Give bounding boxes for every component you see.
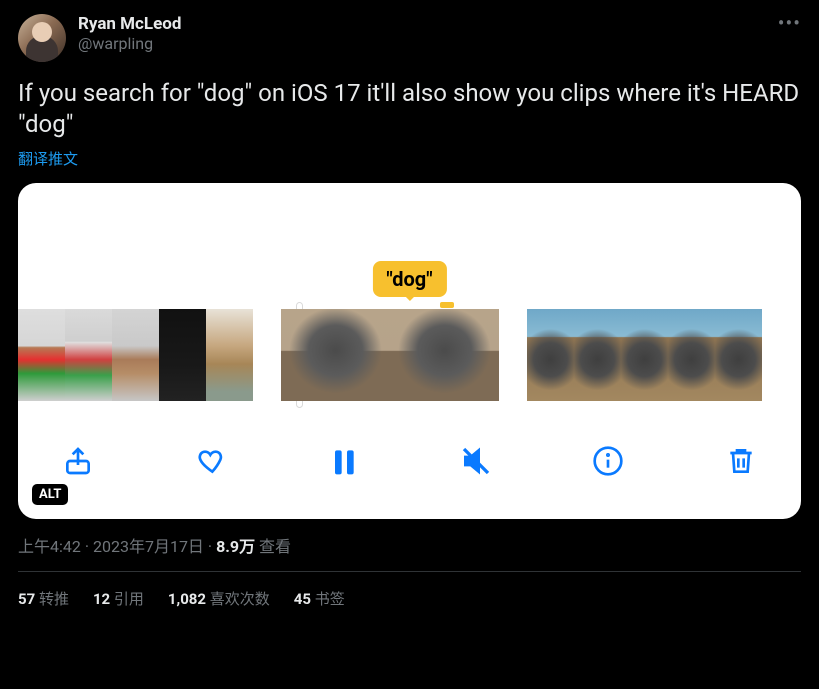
clip-thumbnail[interactable] bbox=[390, 309, 499, 401]
clip-thumbnail[interactable] bbox=[527, 309, 574, 401]
author-block[interactable]: Ryan McLeod @warpling bbox=[78, 14, 801, 54]
clip-thumbnail[interactable] bbox=[159, 309, 206, 401]
search-term-callout: "dog" bbox=[372, 261, 446, 297]
clip-thumbnail[interactable] bbox=[621, 309, 668, 401]
tweet-time[interactable]: 上午4:42 bbox=[18, 537, 81, 556]
view-count: 8.9万 bbox=[216, 537, 255, 556]
media-card[interactable]: "dog" bbox=[18, 183, 801, 519]
trash-icon[interactable] bbox=[721, 441, 761, 481]
tweet-text: If you search for "dog" on iOS 17 it'll … bbox=[18, 78, 801, 140]
more-options-button[interactable]: ••• bbox=[772, 12, 807, 34]
tweet-date[interactable]: 2023年7月17日 bbox=[93, 537, 204, 556]
tweet-container: Ryan McLeod @warpling ••• If you search … bbox=[0, 0, 819, 617]
clip-thumbnail[interactable] bbox=[281, 309, 390, 401]
likes-stat[interactable]: 1,082 喜欢次数 bbox=[168, 588, 270, 609]
translate-tweet-link[interactable]: 翻译推文 bbox=[18, 148, 78, 169]
tweet-header: Ryan McLeod @warpling ••• bbox=[18, 14, 801, 62]
share-icon[interactable] bbox=[58, 441, 98, 481]
clip-group[interactable] bbox=[527, 309, 762, 401]
clip-thumbnail[interactable] bbox=[65, 309, 112, 401]
media-controls bbox=[18, 433, 801, 489]
tweet-stats: 57 转推 12 引用 1,082 喜欢次数 45 书签 bbox=[18, 572, 801, 617]
clip-thumbnail[interactable] bbox=[18, 309, 65, 401]
info-icon[interactable] bbox=[588, 441, 628, 481]
alt-badge[interactable]: ALT bbox=[32, 484, 68, 505]
tweet-meta: 上午4:42 · 2023年7月17日 · 8.9万 查看 bbox=[18, 533, 801, 557]
clip-thumbnail[interactable] bbox=[574, 309, 621, 401]
clip-thumbnail[interactable] bbox=[715, 309, 762, 401]
author-handle: @warpling bbox=[78, 34, 801, 54]
retweets-stat[interactable]: 57 转推 bbox=[18, 588, 69, 609]
mute-icon[interactable] bbox=[456, 441, 496, 481]
video-timeline[interactable] bbox=[18, 309, 801, 401]
clip-thumbnail[interactable] bbox=[206, 309, 253, 401]
clip-thumbnail[interactable] bbox=[668, 309, 715, 401]
quotes-stat[interactable]: 12 引用 bbox=[93, 588, 144, 609]
search-term-marker bbox=[440, 302, 454, 308]
clip-group[interactable] bbox=[281, 309, 499, 401]
avatar[interactable] bbox=[18, 14, 66, 62]
author-display-name: Ryan McLeod bbox=[78, 14, 801, 34]
pause-icon[interactable] bbox=[323, 441, 363, 481]
heart-icon[interactable] bbox=[191, 441, 231, 481]
clip-thumbnail[interactable] bbox=[112, 309, 159, 401]
bookmarks-stat[interactable]: 45 书签 bbox=[294, 588, 345, 609]
clip-group[interactable] bbox=[18, 309, 253, 401]
view-label: 查看 bbox=[255, 537, 291, 556]
